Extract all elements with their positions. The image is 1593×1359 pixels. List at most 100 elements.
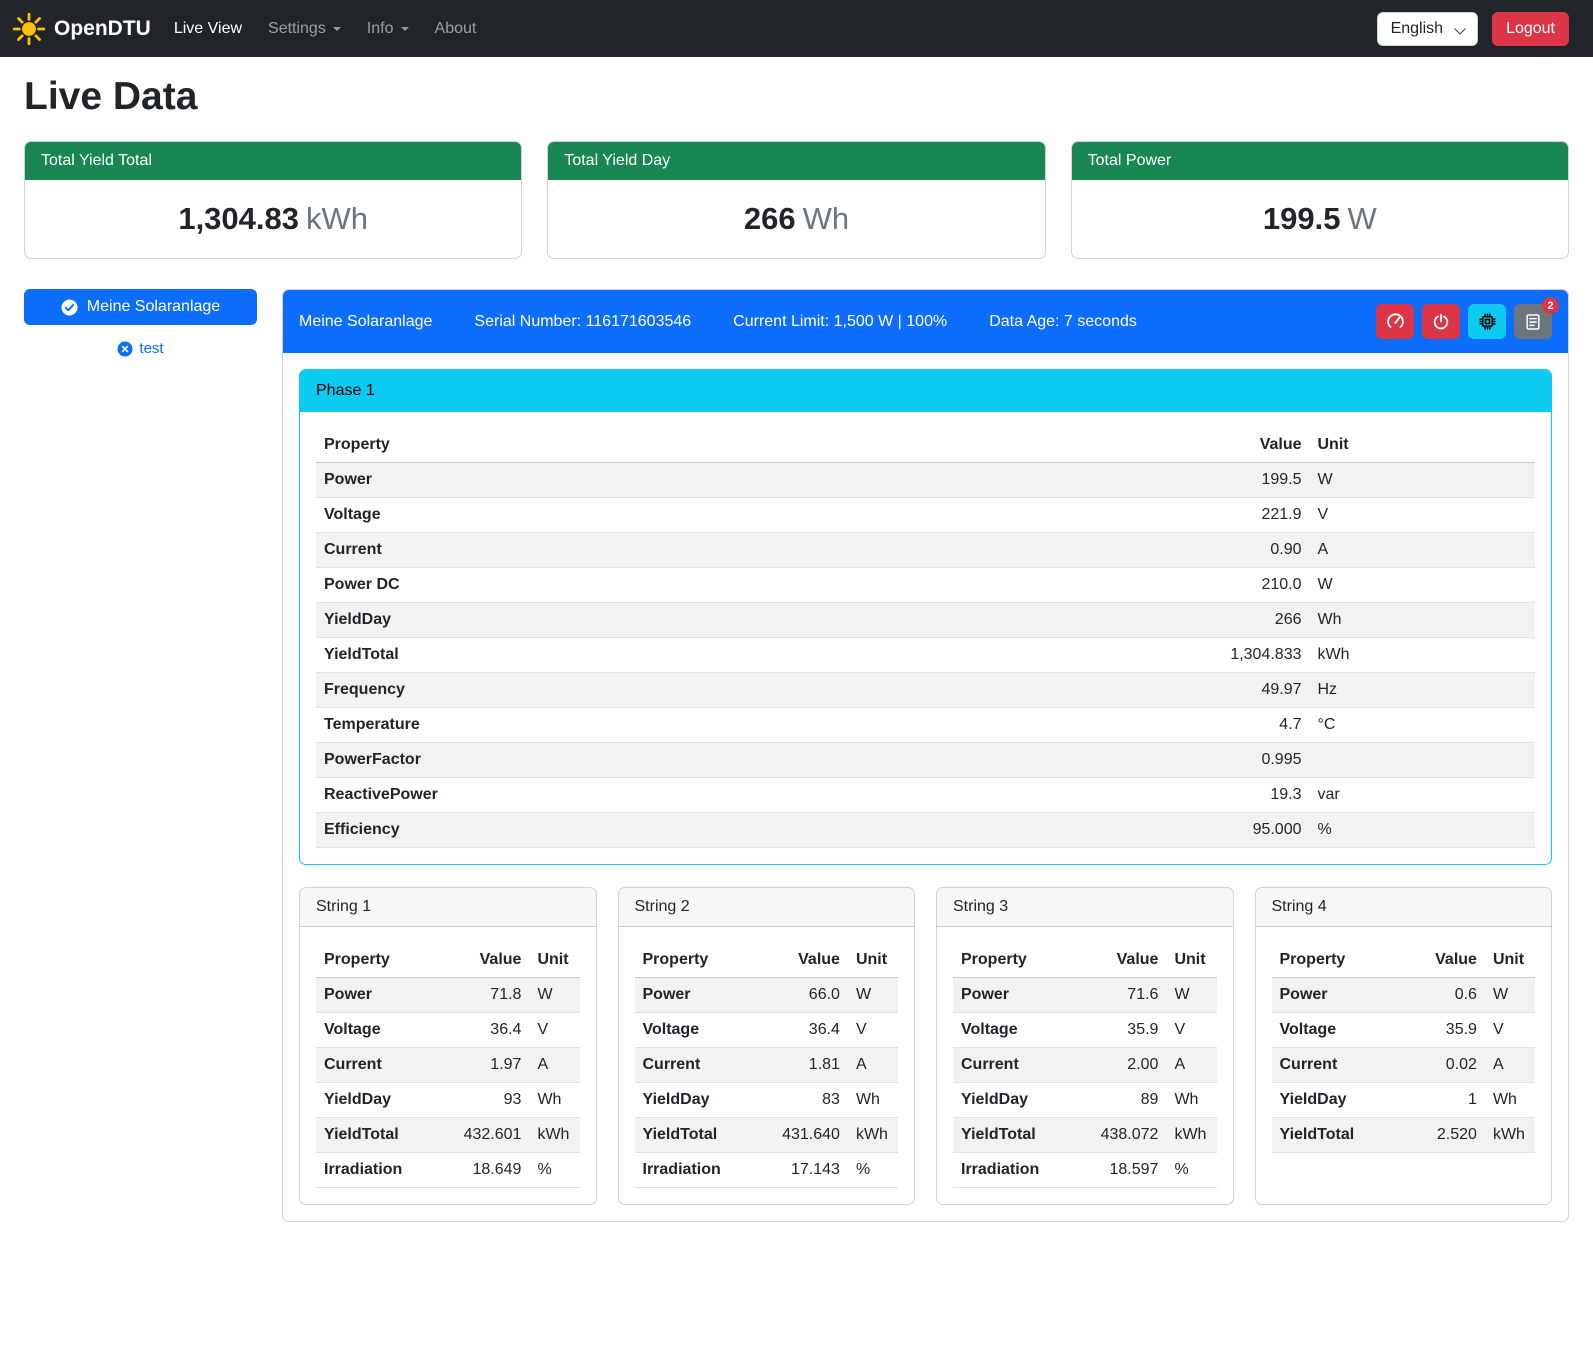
string-table: Property Value Unit Power — [316, 943, 580, 1188]
string-card-body: Property Value Unit Power — [1256, 927, 1552, 1169]
language-select[interactable]: English — [1377, 12, 1478, 46]
value-cell: 432.601 — [442, 1118, 529, 1153]
value-cell: 431.640 — [761, 1118, 848, 1153]
value-cell: 266 — [1121, 603, 1310, 638]
property-cell: Power DC — [316, 568, 1121, 603]
summary-card: Total Power 199.5W — [1071, 141, 1569, 259]
value-cell: 2.00 — [1079, 1048, 1166, 1083]
chevron-down-icon — [1454, 23, 1465, 34]
value-cell: 17.143 — [761, 1153, 848, 1188]
table-row: Irradiation 18.597 % — [953, 1153, 1217, 1188]
property-cell: YieldDay — [635, 1083, 761, 1118]
table-row: Power 199.5 W — [316, 463, 1535, 498]
string-card-3: String 3 Property Value Unit — [936, 887, 1234, 1205]
col-property: Property — [316, 943, 442, 978]
unit-cell — [1310, 743, 1536, 778]
cpu-icon — [1478, 312, 1497, 331]
property-cell: YieldDay — [1272, 1083, 1398, 1118]
value-cell: 18.597 — [1079, 1153, 1166, 1188]
nav-about[interactable]: About — [422, 12, 490, 46]
string-card-4: String 4 Property Value Unit — [1255, 887, 1553, 1205]
summary-unit: W — [1347, 201, 1376, 236]
inverter-select-label: Meine Solaranlage — [87, 298, 220, 316]
nav-live-view[interactable]: Live View — [161, 12, 255, 46]
value-cell: 2.520 — [1398, 1118, 1485, 1153]
summary-card: Total Yield Day 266Wh — [547, 141, 1045, 259]
live-data-row: Meine Solaranlage test Meine Solaranlage… — [24, 289, 1569, 1222]
table-row: Voltage 35.9 V — [1272, 1013, 1536, 1048]
table-header-row: Property Value Unit — [635, 943, 899, 978]
power-button[interactable] — [1422, 304, 1460, 339]
property-cell: YieldTotal — [316, 1118, 442, 1153]
value-cell: 1.97 — [442, 1048, 529, 1083]
value-cell: 71.8 — [442, 978, 529, 1013]
string-table: Property Value Unit Power — [953, 943, 1217, 1188]
property-cell: Voltage — [316, 1013, 442, 1048]
inverter-select-button[interactable]: Meine Solaranlage — [24, 289, 257, 325]
value-cell: 1,304.833 — [1121, 638, 1310, 673]
unit-cell: % — [848, 1153, 898, 1188]
device-info-button[interactable] — [1468, 304, 1506, 339]
unit-cell: kWh — [1166, 1118, 1216, 1153]
summary-card: Total Yield Total 1,304.83kWh — [24, 141, 522, 259]
property-cell: Current — [635, 1048, 761, 1083]
table-row: Irradiation 18.649 % — [316, 1153, 580, 1188]
table-header-row: Property Value Unit — [316, 428, 1535, 463]
property-cell: YieldTotal — [1272, 1118, 1398, 1153]
table-row: ReactivePower 19.3 var — [316, 778, 1535, 813]
inverter-limit: Current Limit: 1,500 W | 100% — [733, 313, 947, 331]
table-row: Voltage 35.9 V — [953, 1013, 1217, 1048]
logout-button[interactable]: Logout — [1492, 12, 1569, 46]
x-circle-icon — [117, 341, 133, 357]
summary-card-title: Total Yield Total — [25, 142, 521, 180]
inverter-list: Meine Solaranlage test — [24, 289, 257, 357]
property-cell: Efficiency — [316, 813, 1121, 848]
property-cell: Voltage — [1272, 1013, 1398, 1048]
table-row: YieldDay 89 Wh — [953, 1083, 1217, 1118]
unit-cell: kWh — [529, 1118, 579, 1153]
unit-cell: W — [1166, 978, 1216, 1013]
chevron-down-icon — [333, 27, 341, 31]
phase-panel-body: Property Value Unit Power — [300, 412, 1551, 864]
event-log-button[interactable]: 2 — [1514, 304, 1552, 339]
string-card-title: String 4 — [1256, 888, 1552, 927]
nav-settings[interactable]: Settings — [255, 12, 354, 46]
value-cell: 36.4 — [442, 1013, 529, 1048]
nav-info[interactable]: Info — [354, 12, 422, 46]
value-cell: 438.072 — [1079, 1118, 1166, 1153]
inverter-data-age: Data Age: 7 seconds — [989, 313, 1137, 331]
phase-panel-title: Phase 1 — [300, 370, 1551, 412]
unit-cell: A — [1310, 533, 1536, 568]
value-cell: 0.90 — [1121, 533, 1310, 568]
inverter-list-item-test[interactable]: test — [24, 340, 257, 357]
string-card-body: Property Value Unit Power — [937, 927, 1233, 1204]
value-cell: 49.97 — [1121, 673, 1310, 708]
unit-cell: V — [848, 1013, 898, 1048]
string-card-title: String 3 — [937, 888, 1233, 927]
summary-card-title: Total Power — [1072, 142, 1568, 180]
property-cell: YieldTotal — [635, 1118, 761, 1153]
value-cell: 35.9 — [1079, 1013, 1166, 1048]
property-cell: Voltage — [316, 498, 1121, 533]
limit-settings-button[interactable] — [1376, 304, 1414, 339]
col-unit: Unit — [1485, 943, 1535, 978]
unit-cell: °C — [1310, 708, 1536, 743]
value-cell: 89 — [1079, 1083, 1166, 1118]
inverter-card: Meine Solaranlage Serial Number: 1161716… — [282, 289, 1569, 1222]
string-table: Property Value Unit Power — [1272, 943, 1536, 1153]
unit-cell: A — [529, 1048, 579, 1083]
col-property: Property — [1272, 943, 1398, 978]
table-row: Frequency 49.97 Hz — [316, 673, 1535, 708]
property-cell: Temperature — [316, 708, 1121, 743]
summary-value: 266 — [744, 201, 796, 236]
property-cell: Current — [1272, 1048, 1398, 1083]
table-row: YieldDay 1 Wh — [1272, 1083, 1536, 1118]
string-table: Property Value Unit Power — [635, 943, 899, 1188]
table-row: Current 0.02 A — [1272, 1048, 1536, 1083]
table-row: Current 1.97 A — [316, 1048, 580, 1083]
property-cell: Irradiation — [316, 1153, 442, 1188]
strings-row: String 1 Property Value Unit — [299, 887, 1552, 1205]
table-row: Current 2.00 A — [953, 1048, 1217, 1083]
unit-cell: Wh — [1310, 603, 1536, 638]
brand[interactable]: OpenDTU — [12, 12, 151, 46]
